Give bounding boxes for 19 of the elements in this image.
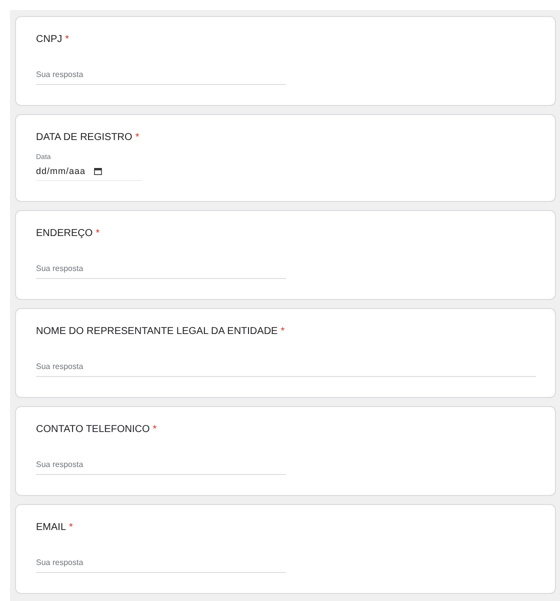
question-title: NOME DO REPRESENTANTE LEGAL DA ENTIDADE <box>36 326 278 337</box>
answer-field[interactable]: Sua resposta <box>36 70 286 85</box>
answer-field[interactable]: Sua resposta <box>36 558 286 573</box>
required-mark: * <box>69 522 73 533</box>
required-mark: * <box>135 132 140 143</box>
required-mark: * <box>280 326 285 337</box>
answer-field[interactable]: Sua resposta <box>36 264 286 279</box>
required-mark: * <box>152 424 157 435</box>
calendar-icon[interactable] <box>94 168 102 174</box>
question-title: EMAIL <box>36 522 66 533</box>
question-title: CONTATO TELEFONICO <box>36 424 150 435</box>
required-mark: * <box>96 228 100 239</box>
date-field[interactable]: dd/mm/aaa <box>36 163 142 181</box>
answer-field[interactable]: Sua resposta <box>36 460 286 475</box>
required-mark: * <box>65 34 70 45</box>
question-title: DATA DE REGISTRO <box>36 132 132 143</box>
question-title: ENDEREÇO <box>36 228 93 239</box>
answer-field[interactable]: Sua resposta <box>36 362 536 377</box>
question-title: CNPJ <box>36 34 62 45</box>
